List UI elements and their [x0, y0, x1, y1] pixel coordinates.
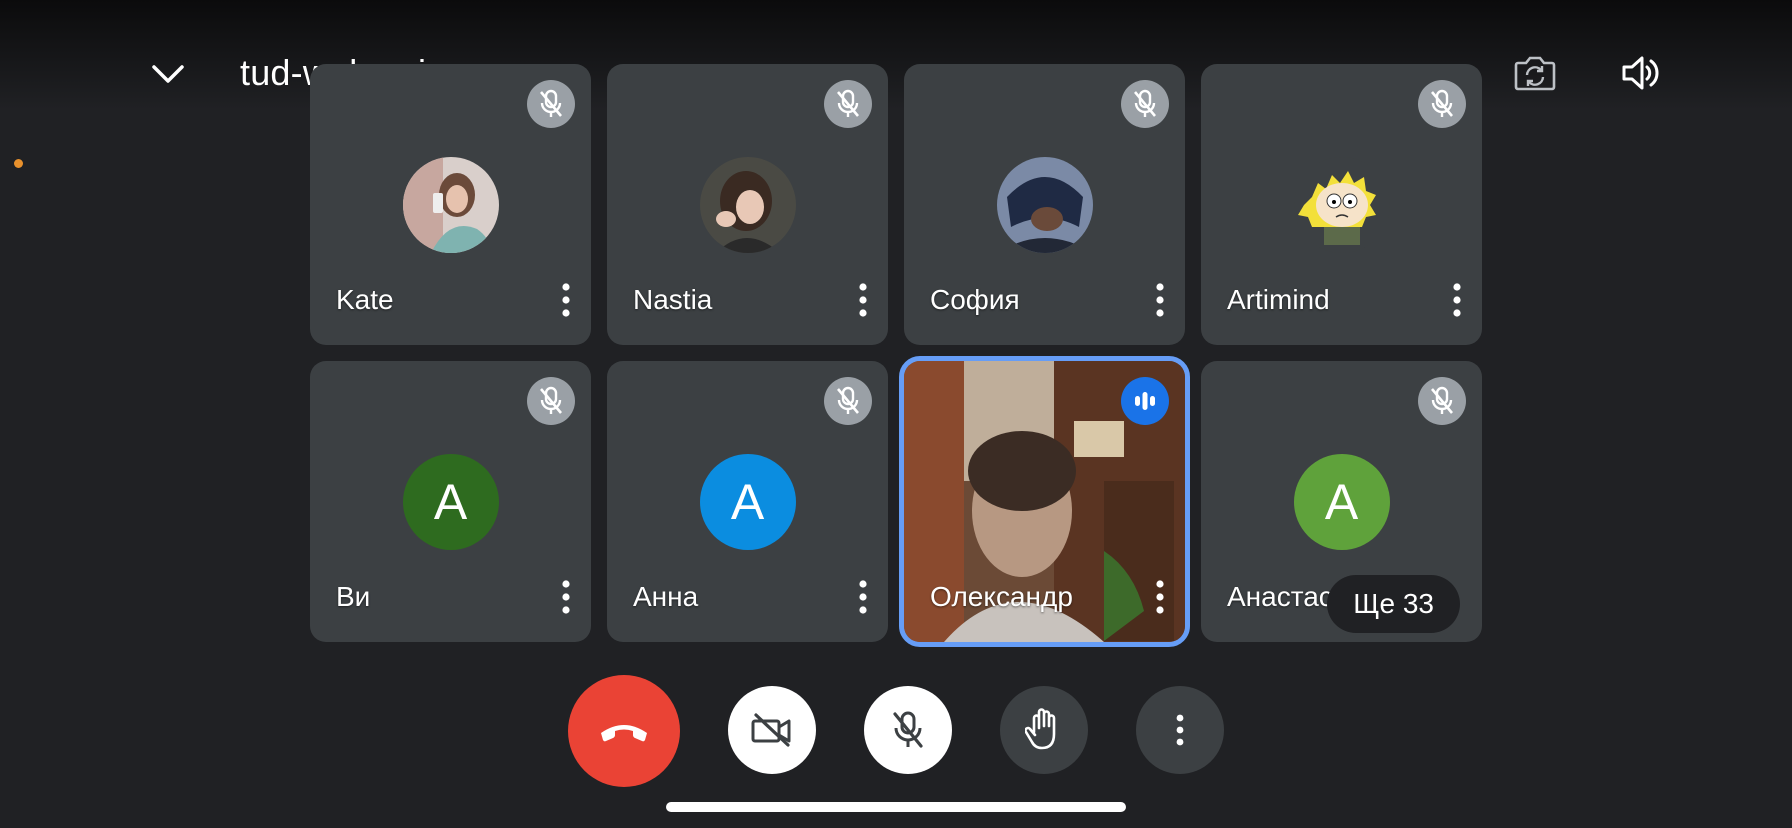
more-vert-icon — [1176, 714, 1184, 746]
avatar — [699, 157, 796, 253]
mic-off-icon — [527, 377, 575, 425]
more-options-button[interactable] — [551, 278, 581, 322]
participant-tile[interactable]: А Ви — [310, 361, 591, 642]
call-end-icon — [601, 725, 647, 742]
audio-bars-icon — [1121, 377, 1169, 425]
camera-toggle-button[interactable] — [728, 686, 816, 774]
participant-tile[interactable]: София — [904, 64, 1185, 345]
chevron-down-icon — [152, 65, 184, 83]
more-options-button[interactable] — [848, 575, 878, 619]
volume-icon — [1622, 56, 1659, 90]
participant-tile[interactable]: А Анастасия Ще 33 — [1201, 361, 1482, 642]
more-vert-icon — [1156, 580, 1164, 614]
mic-off-icon — [1121, 80, 1169, 128]
flip-camera-button[interactable] — [1510, 50, 1560, 96]
status-dot — [14, 159, 23, 168]
videocam-off-icon — [751, 713, 791, 747]
more-participants-button[interactable]: Ще 33 — [1327, 575, 1460, 633]
avatar — [996, 157, 1093, 253]
participant-tile[interactable]: Nastia — [607, 64, 888, 345]
participant-tile[interactable]: Kate — [310, 64, 591, 345]
more-vert-icon — [859, 283, 867, 317]
avatar-letter: А — [1324, 474, 1359, 530]
more-vert-icon — [1453, 283, 1461, 317]
home-indicator[interactable] — [666, 802, 1126, 812]
more-options-button[interactable] — [1442, 278, 1472, 322]
end-call-button[interactable] — [568, 675, 680, 787]
avatar: А — [699, 454, 796, 550]
participant-tile[interactable]: А Анна — [607, 361, 888, 642]
raise-hand-button[interactable] — [1000, 686, 1088, 774]
mic-off-icon — [1418, 80, 1466, 128]
flip-camera-icon — [1514, 56, 1556, 91]
mic-off-icon — [824, 80, 872, 128]
collapse-button[interactable] — [146, 52, 190, 96]
avatar: А — [1293, 454, 1390, 550]
more-vert-icon — [1156, 283, 1164, 317]
participant-name: София — [930, 284, 1020, 315]
avatar-letter: А — [433, 474, 468, 530]
mic-off-icon — [893, 711, 923, 748]
avatar — [402, 157, 499, 253]
mic-off-icon — [1418, 377, 1466, 425]
participant-name: Nastia — [633, 284, 713, 315]
participant-name: Ви — [336, 581, 371, 612]
mic-toggle-button[interactable] — [864, 686, 952, 774]
avatar-letter: А — [730, 474, 765, 530]
hand-icon — [1025, 708, 1056, 750]
more-options-button[interactable] — [551, 575, 581, 619]
more-vert-icon — [562, 580, 570, 614]
participant-name: Kate — [336, 284, 394, 315]
more-vert-icon — [859, 580, 867, 614]
more-options-button[interactable] — [1145, 575, 1175, 619]
more-vert-icon — [562, 283, 570, 317]
more-options-button[interactable] — [1145, 278, 1175, 322]
avatar: А — [402, 454, 499, 550]
mic-off-icon — [824, 377, 872, 425]
participant-name: Artimind — [1227, 284, 1330, 315]
more-options-button[interactable] — [1136, 686, 1224, 774]
participant-name: Анна — [633, 581, 699, 612]
more-options-button[interactable] — [848, 278, 878, 322]
speaker-button[interactable] — [1616, 48, 1666, 98]
participant-tile[interactable]: Artimind — [1201, 64, 1482, 345]
avatar — [1293, 157, 1390, 253]
mic-off-icon — [527, 80, 575, 128]
participant-name: Олександр — [930, 581, 1073, 612]
participant-tile-speaking[interactable]: Олександр — [899, 356, 1190, 647]
